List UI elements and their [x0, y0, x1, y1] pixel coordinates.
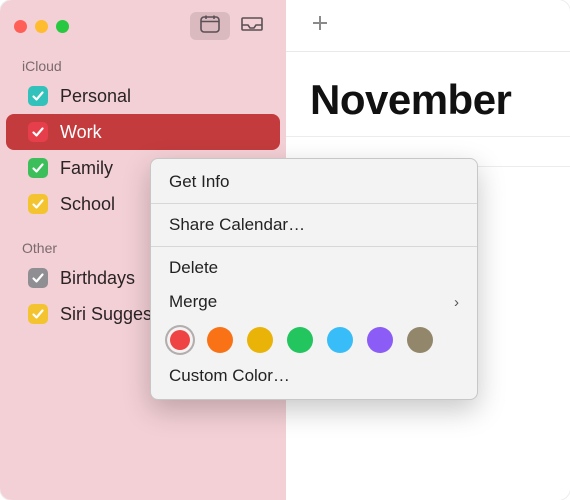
- calendar-label: Work: [60, 122, 266, 143]
- calendar-checkbox[interactable]: [28, 86, 48, 106]
- color-swatch-row: [151, 319, 477, 359]
- calendar-label: Personal: [60, 86, 266, 107]
- menu-item-share-calendar[interactable]: Share Calendar…: [151, 208, 477, 242]
- inbox-icon: [241, 15, 263, 38]
- menu-item-label: Merge: [169, 292, 217, 312]
- calendar-checkbox[interactable]: [28, 158, 48, 178]
- zoom-window-button[interactable]: [56, 20, 69, 33]
- calendar-item-work[interactable]: Work: [6, 114, 280, 150]
- color-swatch[interactable]: [247, 327, 273, 353]
- add-event-button[interactable]: [306, 12, 334, 40]
- color-swatch[interactable]: [407, 327, 433, 353]
- calendar-checkbox[interactable]: [28, 304, 48, 324]
- app-window: iCloudPersonalWorkFamilySchoolOtherBirth…: [0, 0, 570, 500]
- color-swatch[interactable]: [327, 327, 353, 353]
- color-swatch[interactable]: [207, 327, 233, 353]
- chevron-right-icon: ›: [454, 294, 459, 311]
- window-controls: [14, 20, 69, 33]
- color-swatch[interactable]: [367, 327, 393, 353]
- menu-item-merge[interactable]: Merge ›: [151, 285, 477, 319]
- menu-item-label: Share Calendar…: [169, 215, 305, 235]
- plus-icon: [310, 13, 330, 38]
- menu-separator: [151, 246, 477, 247]
- close-window-button[interactable]: [14, 20, 27, 33]
- menu-item-label: Custom Color…: [169, 366, 290, 386]
- menu-item-label: Get Info: [169, 172, 229, 192]
- calendar-icon: [200, 15, 220, 38]
- calendar-checkbox[interactable]: [28, 194, 48, 214]
- minimize-window-button[interactable]: [35, 20, 48, 33]
- color-swatch[interactable]: [167, 327, 193, 353]
- calendar-checkbox[interactable]: [28, 268, 48, 288]
- menu-item-delete[interactable]: Delete: [151, 251, 477, 285]
- toolbar: [190, 12, 272, 40]
- menu-separator: [151, 203, 477, 204]
- inbox-button[interactable]: [232, 12, 272, 40]
- titlebar: [0, 0, 286, 52]
- calendar-checkbox[interactable]: [28, 122, 48, 142]
- sidebar-section-header: iCloud: [0, 52, 286, 78]
- calendar-context-menu: Get Info Share Calendar… Delete Merge › Custo…: [150, 158, 478, 400]
- main-toolbar: [286, 0, 570, 52]
- calendar-item-personal[interactable]: Personal: [6, 78, 280, 114]
- calendar-view-button[interactable]: [190, 12, 230, 40]
- menu-item-custom-color[interactable]: Custom Color…: [151, 359, 477, 393]
- menu-item-label: Delete: [169, 258, 218, 278]
- color-swatch[interactable]: [287, 327, 313, 353]
- month-title: November: [286, 52, 570, 136]
- menu-item-get-info[interactable]: Get Info: [151, 165, 477, 199]
